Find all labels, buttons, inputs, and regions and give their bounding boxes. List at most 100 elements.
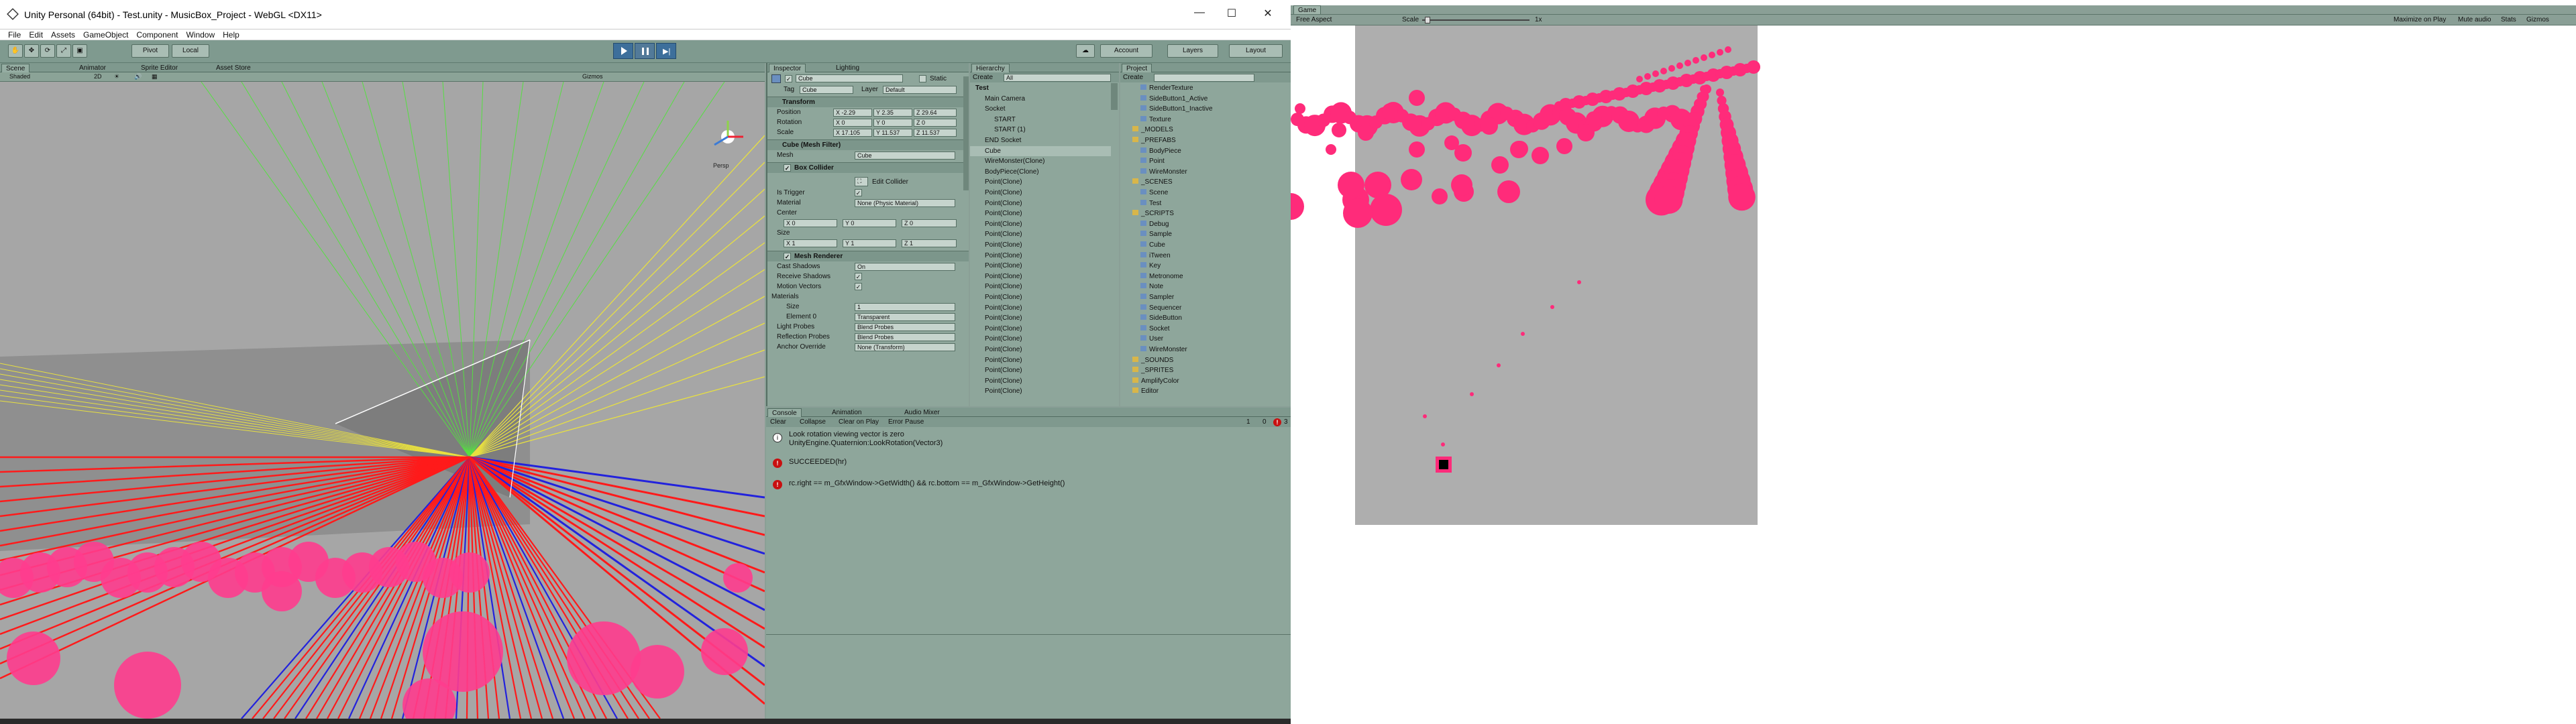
size-y-field[interactable]: Y 1 — [843, 239, 896, 247]
receive-shadows-checkbox[interactable]: ✓ — [855, 273, 862, 280]
project-search-input[interactable] — [1154, 74, 1254, 82]
mesh-renderer-checkbox[interactable]: ✓ — [784, 253, 791, 260]
hierarchy-scrollbar[interactable] — [1111, 83, 1118, 110]
project-item[interactable]: iTween — [1120, 251, 1288, 261]
hierarchy-search-input[interactable]: All — [1004, 74, 1111, 82]
hierarchy-item[interactable]: Point(Clone) — [970, 345, 1111, 355]
hierarchy-item[interactable]: Point(Clone) — [970, 303, 1111, 313]
tab-project[interactable]: Project — [1122, 64, 1152, 72]
rotate-tool-icon[interactable]: ⟳ — [40, 44, 55, 58]
light-probes-dropdown[interactable]: Blend Probes — [855, 323, 955, 331]
scale-y-field[interactable]: Y 11.537 — [873, 129, 912, 137]
hierarchy-create-dropdown[interactable]: Create — [973, 72, 993, 82]
account-dropdown[interactable]: Account — [1100, 44, 1152, 58]
center-z-field[interactable]: Z 0 — [902, 219, 957, 227]
rect-tool-icon[interactable]: ▣ — [72, 44, 87, 58]
layout-dropdown[interactable]: Layout — [1229, 44, 1283, 58]
aspect-dropdown[interactable]: Free Aspect — [1293, 16, 1334, 24]
rotation-x-field[interactable]: X 0 — [833, 119, 872, 127]
tab-console[interactable]: Console — [767, 408, 802, 417]
hierarchy-item[interactable]: WireMonster(Clone) — [970, 156, 1111, 166]
lighting-icon[interactable]: ☀ — [114, 72, 119, 81]
tab-hierarchy[interactable]: Hierarchy — [971, 64, 1010, 72]
game-viewport[interactable] — [1291, 25, 2576, 724]
menu-gameobject[interactable]: GameObject — [83, 29, 128, 40]
layer-dropdown[interactable]: Default — [883, 86, 957, 94]
position-x-field[interactable]: X -2.29 — [833, 109, 872, 117]
console-message[interactable]: ! rc.right == m_GfxWindow->GetWidth() &&… — [766, 477, 1291, 491]
tab-lighting[interactable]: Lighting — [832, 64, 863, 72]
shading-dropdown[interactable]: Shaded — [9, 72, 30, 81]
minimize-button[interactable]: — — [1190, 7, 1209, 19]
hierarchy-item[interactable]: Main Camera — [970, 94, 1111, 104]
edit-collider-icon[interactable]: ⛶ — [855, 177, 868, 186]
gizmos-dropdown[interactable]: Gizmos — [582, 72, 603, 81]
hierarchy-item[interactable]: Point(Clone) — [970, 386, 1111, 396]
2d-toggle[interactable]: 2D — [94, 72, 102, 81]
project-item[interactable]: BodyPiece — [1120, 146, 1288, 156]
project-item[interactable]: WireMonster — [1120, 167, 1288, 177]
move-tool-icon[interactable]: ✥ — [24, 44, 39, 58]
project-item[interactable]: _SCENES — [1120, 177, 1288, 187]
materials-size-field[interactable]: 1 — [855, 303, 955, 311]
close-button[interactable]: ✕ — [1258, 7, 1277, 20]
project-item[interactable]: SideButton — [1120, 313, 1288, 323]
console-clear-on-play-button[interactable]: Clear on Play — [839, 417, 879, 427]
hierarchy-item[interactable]: Point(Clone) — [970, 324, 1111, 334]
materials-foldout[interactable]: Materials — [771, 292, 799, 302]
box-collider-header[interactable]: ✓ Box Collider — [767, 162, 969, 173]
project-item[interactable]: WireMonster — [1120, 345, 1288, 355]
project-item[interactable]: _PREFABS — [1120, 135, 1288, 145]
hierarchy-item[interactable]: START (1) — [970, 125, 1111, 135]
element0-field[interactable]: Transparent — [855, 313, 955, 321]
material-field[interactable]: None (Physic Material) — [855, 199, 955, 207]
is-trigger-checkbox[interactable]: ✓ — [855, 189, 862, 196]
project-item[interactable]: Scene — [1120, 188, 1288, 198]
console-message[interactable]: i Look rotation viewing vector is zero U… — [766, 429, 1291, 453]
step-button[interactable]: ▶| — [656, 43, 676, 59]
menu-file[interactable]: File — [8, 29, 21, 40]
tab-sprite-editor[interactable]: Sprite Editor — [137, 64, 182, 72]
effects-icon[interactable]: ▦ — [152, 72, 158, 81]
reflection-probes-dropdown[interactable]: Blend Probes — [855, 333, 955, 341]
cast-shadows-dropdown[interactable]: On — [855, 263, 955, 271]
project-item[interactable]: Sequencer — [1120, 303, 1288, 313]
project-item[interactable]: User — [1120, 334, 1288, 344]
tab-inspector[interactable]: Inspector — [769, 64, 806, 72]
project-item[interactable]: Metronome — [1120, 272, 1288, 282]
project-item[interactable]: _SPRITES — [1120, 365, 1288, 375]
center-y-field[interactable]: Y 0 — [843, 219, 896, 227]
hierarchy-item[interactable]: END Socket — [970, 135, 1111, 145]
hierarchy-item[interactable]: Point(Clone) — [970, 272, 1111, 282]
console-error-pause-button[interactable]: Error Pause — [888, 417, 924, 427]
project-item[interactable]: Point — [1120, 156, 1288, 166]
maximize-button[interactable]: ☐ — [1222, 7, 1241, 20]
menu-edit[interactable]: Edit — [29, 29, 43, 40]
audio-icon[interactable]: 🔊 — [134, 72, 142, 81]
project-item[interactable]: Sampler — [1120, 292, 1288, 302]
project-item[interactable]: Cube — [1120, 240, 1288, 250]
hierarchy-item[interactable]: Point(Clone) — [970, 240, 1111, 250]
mesh-renderer-header[interactable]: ✓ Mesh Renderer — [767, 251, 969, 261]
scale-slider-handle[interactable] — [1425, 17, 1430, 23]
transform-header[interactable]: Transform — [767, 97, 969, 107]
hierarchy-item[interactable]: Point(Clone) — [970, 292, 1111, 302]
hierarchy-item[interactable]: Point(Clone) — [970, 313, 1111, 323]
hierarchy-item[interactable]: Point(Clone) — [970, 177, 1111, 187]
mesh-field[interactable]: Cube — [855, 152, 955, 160]
gizmos-toggle[interactable]: Gizmos — [2524, 16, 2552, 24]
hierarchy-item[interactable]: Point(Clone) — [970, 261, 1111, 271]
scale-x-field[interactable]: X 17.105 — [833, 129, 872, 137]
tab-scene[interactable]: Scene — [1, 64, 30, 72]
hand-tool-icon[interactable]: ✋ — [8, 44, 23, 58]
project-item[interactable]: Texture — [1120, 115, 1288, 125]
rotation-y-field[interactable]: Y 0 — [873, 119, 912, 127]
stats-toggle[interactable]: Stats — [2498, 16, 2519, 24]
hierarchy-item[interactable]: Point(Clone) — [970, 334, 1111, 344]
static-checkbox[interactable] — [919, 75, 926, 82]
inspector-scrollbar[interactable] — [963, 76, 969, 190]
active-checkbox[interactable]: ✓ — [785, 75, 792, 82]
project-create-dropdown[interactable]: Create — [1123, 72, 1143, 82]
play-button[interactable] — [613, 43, 633, 59]
warning-count[interactable]: 0 — [1263, 417, 1267, 427]
